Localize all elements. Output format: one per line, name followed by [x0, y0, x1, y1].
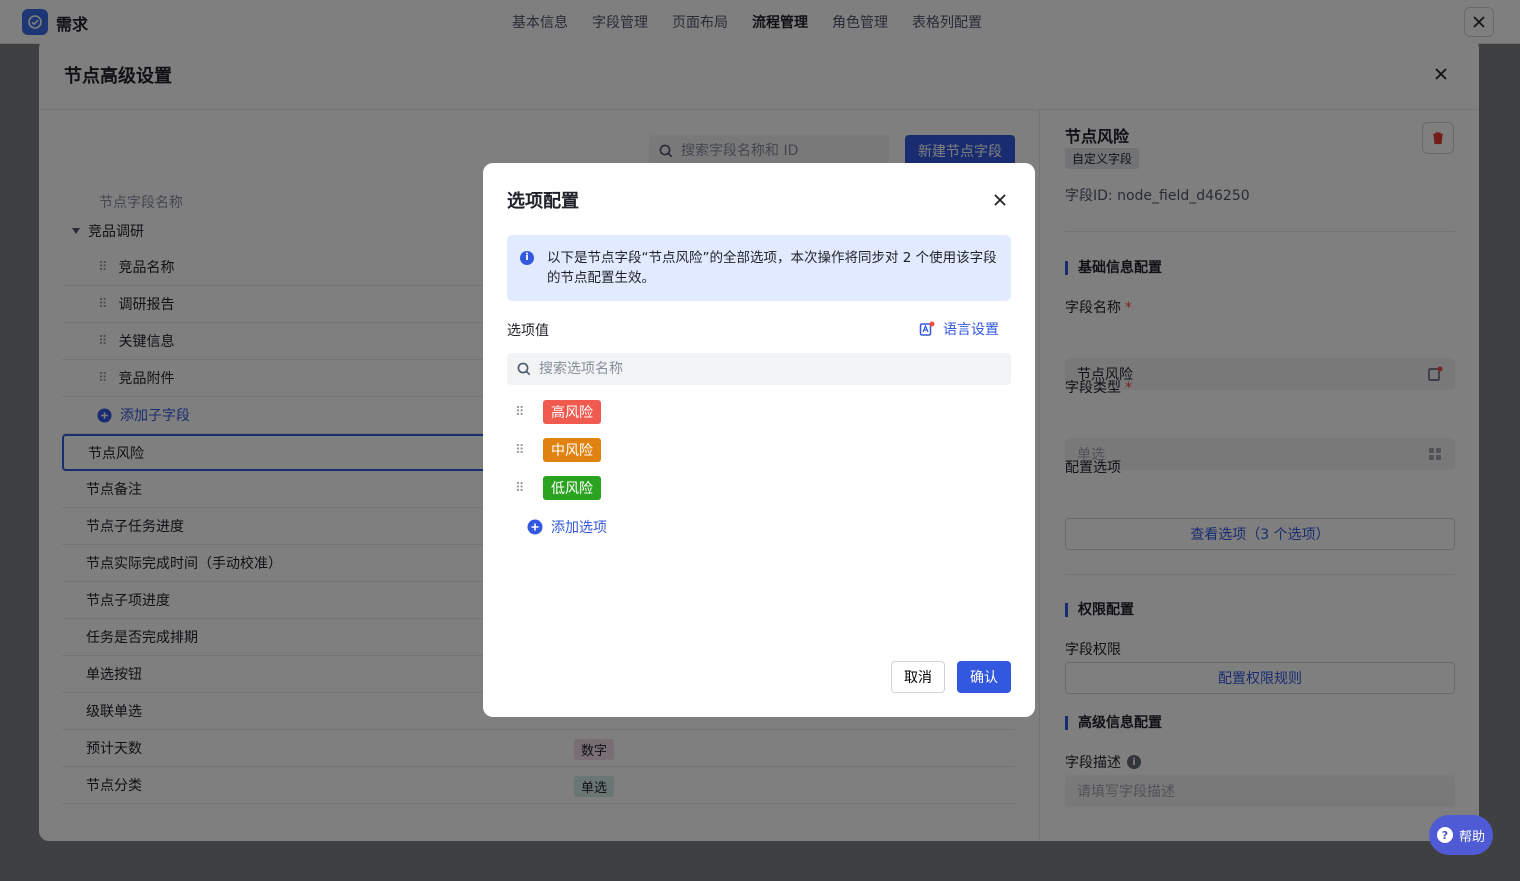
question-icon: ? [1436, 827, 1453, 843]
option-values-label: 选项值 [507, 323, 549, 339]
add-option-label: 添加选项 [551, 520, 607, 536]
option-search[interactable] [507, 353, 1011, 385]
modal-close-button[interactable] [989, 189, 1011, 211]
help-label: 帮助 [1458, 829, 1485, 845]
drag-handle-icon[interactable]: ⠿ [515, 481, 543, 496]
drag-handle-icon[interactable]: ⠿ [515, 405, 543, 420]
drag-handle-icon[interactable]: ⠿ [515, 443, 543, 458]
language-settings-button[interactable]: 语言设置 [919, 319, 999, 339]
modal-title: 选项配置 [507, 191, 579, 212]
add-option-button[interactable]: 添加选项 [527, 517, 607, 537]
cancel-button[interactable]: 取消 [891, 661, 945, 693]
option-row: ⠿ 中风险 [515, 437, 601, 463]
option-tag-low-risk[interactable]: 低风险 [543, 476, 601, 500]
plus-circle-icon [527, 519, 543, 535]
option-config-modal: 选项配置 i 以下是节点字段“节点风险”的全部选项，本次操作将同步对 2 个使用… [483, 163, 1035, 717]
option-search-input[interactable] [539, 361, 979, 377]
close-icon [994, 194, 1006, 206]
language-settings-label: 语言设置 [943, 322, 999, 338]
info-icon: i [520, 251, 534, 265]
option-row: ⠿ 低风险 [515, 475, 601, 501]
language-icon [919, 321, 935, 336]
help-button[interactable]: ? 帮助 [1429, 815, 1493, 855]
confirm-button[interactable]: 确认 [957, 661, 1011, 693]
info-banner: i 以下是节点字段“节点风险”的全部选项，本次操作将同步对 2 个使用该字段的节… [507, 235, 1011, 301]
option-row: ⠿ 高风险 [515, 399, 601, 425]
option-tag-high-risk[interactable]: 高风险 [543, 400, 601, 424]
option-tag-medium-risk[interactable]: 中风险 [543, 438, 601, 462]
search-icon [517, 362, 531, 376]
info-text: 以下是节点字段“节点风险”的全部选项，本次操作将同步对 2 个使用该字段的节点配… [547, 250, 997, 286]
